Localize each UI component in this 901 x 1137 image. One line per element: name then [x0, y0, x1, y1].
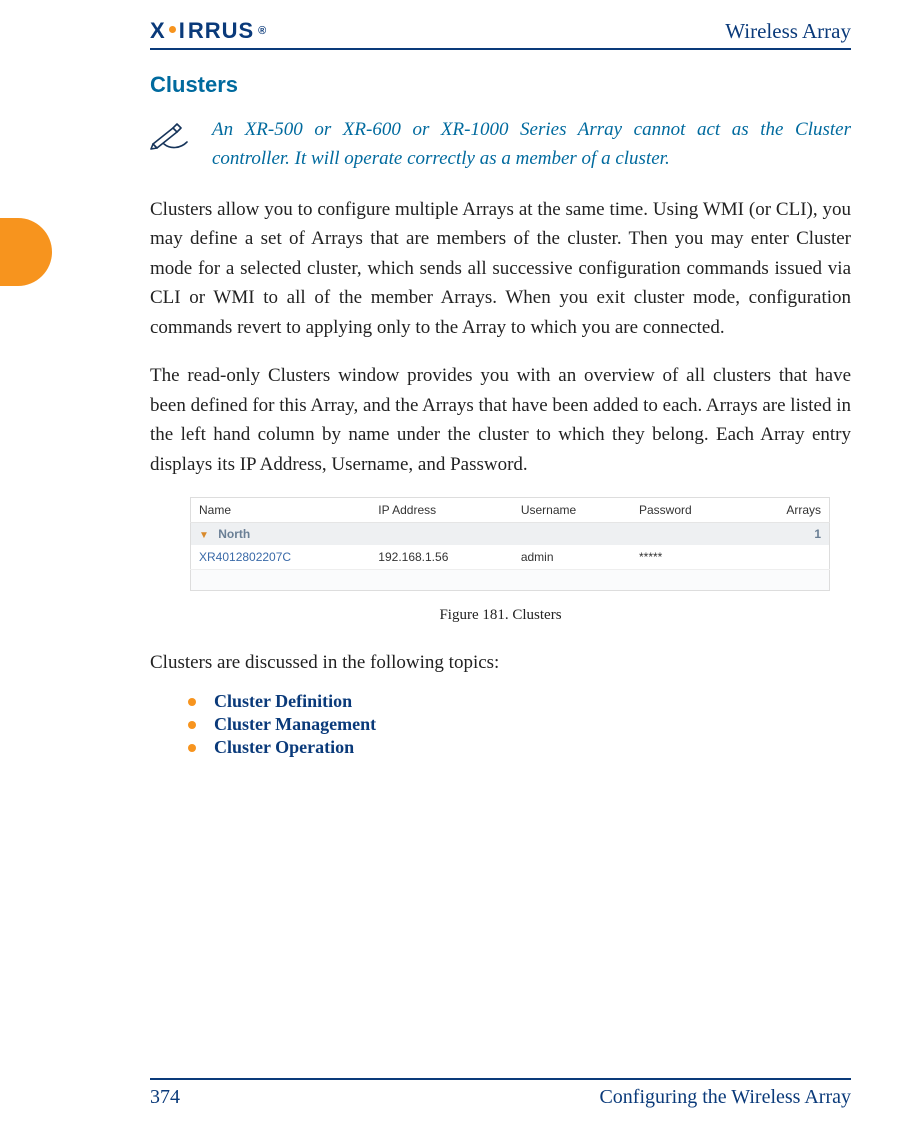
array-password: *****: [631, 545, 745, 570]
col-name: Name: [191, 497, 371, 522]
table-row: XR4012802207C 192.168.1.56 admin *****: [191, 545, 830, 570]
table-header-row: Name IP Address Username Password Arrays: [191, 497, 830, 522]
col-password: Password: [631, 497, 745, 522]
topic-link-operation[interactable]: Cluster Operation: [214, 737, 354, 758]
note-block: An XR-500 or XR-600 or XR-1000 Series Ar…: [150, 116, 851, 173]
clusters-table: Name IP Address Username Password Arrays…: [190, 497, 830, 591]
expand-caret-icon: ▼: [199, 530, 209, 541]
col-ip: IP Address: [370, 497, 513, 522]
list-item: Cluster Definition: [188, 691, 851, 712]
array-username: admin: [513, 545, 631, 570]
topic-link-definition[interactable]: Cluster Definition: [214, 691, 352, 712]
array-count-cell: [745, 545, 830, 570]
page-footer: 374 Configuring the Wireless Array: [150, 1078, 851, 1109]
pencil-note-icon: [150, 122, 190, 155]
array-ip: 192.168.1.56: [370, 545, 513, 570]
topics-intro: Clusters are discussed in the following …: [150, 648, 851, 677]
brand-logo: X I RRUS ®: [150, 18, 267, 44]
list-item: Cluster Operation: [188, 737, 851, 758]
bullet-icon: [188, 744, 196, 752]
note-text: An XR-500 or XR-600 or XR-1000 Series Ar…: [212, 116, 851, 173]
section-heading: Clusters: [150, 72, 851, 98]
figure-clusters-table: Name IP Address Username Password Arrays…: [190, 497, 851, 591]
cluster-group-row: ▼ North 1: [191, 522, 830, 545]
document-title: Wireless Array: [725, 19, 851, 44]
page-header: X I RRUS ® Wireless Array: [150, 18, 851, 50]
footer-section-title: Configuring the Wireless Array: [599, 1086, 851, 1109]
topics-list: Cluster Definition Cluster Management Cl…: [150, 691, 851, 758]
side-page-tab: [0, 218, 52, 286]
paragraph-overview: The read-only Clusters window provides y…: [150, 361, 851, 479]
cluster-array-count: 1: [745, 522, 830, 545]
bullet-icon: [188, 698, 196, 706]
brand-rrus: RRUS: [188, 18, 254, 44]
brand-i: I: [179, 18, 186, 44]
array-name: XR4012802207C: [191, 545, 371, 570]
col-username: Username: [513, 497, 631, 522]
registered-mark-icon: ®: [258, 25, 267, 37]
col-arrays: Arrays: [745, 497, 830, 522]
logo-dot-icon: [169, 26, 176, 33]
topic-link-management[interactable]: Cluster Management: [214, 714, 376, 735]
figure-caption: Figure 181. Clusters: [150, 607, 851, 624]
bullet-icon: [188, 721, 196, 729]
list-item: Cluster Management: [188, 714, 851, 735]
brand-x: X: [150, 18, 166, 44]
paragraph-intro: Clusters allow you to configure multiple…: [150, 195, 851, 342]
cluster-name: North: [218, 527, 250, 541]
page-number: 374: [150, 1086, 180, 1109]
table-blank-row: [191, 569, 830, 590]
